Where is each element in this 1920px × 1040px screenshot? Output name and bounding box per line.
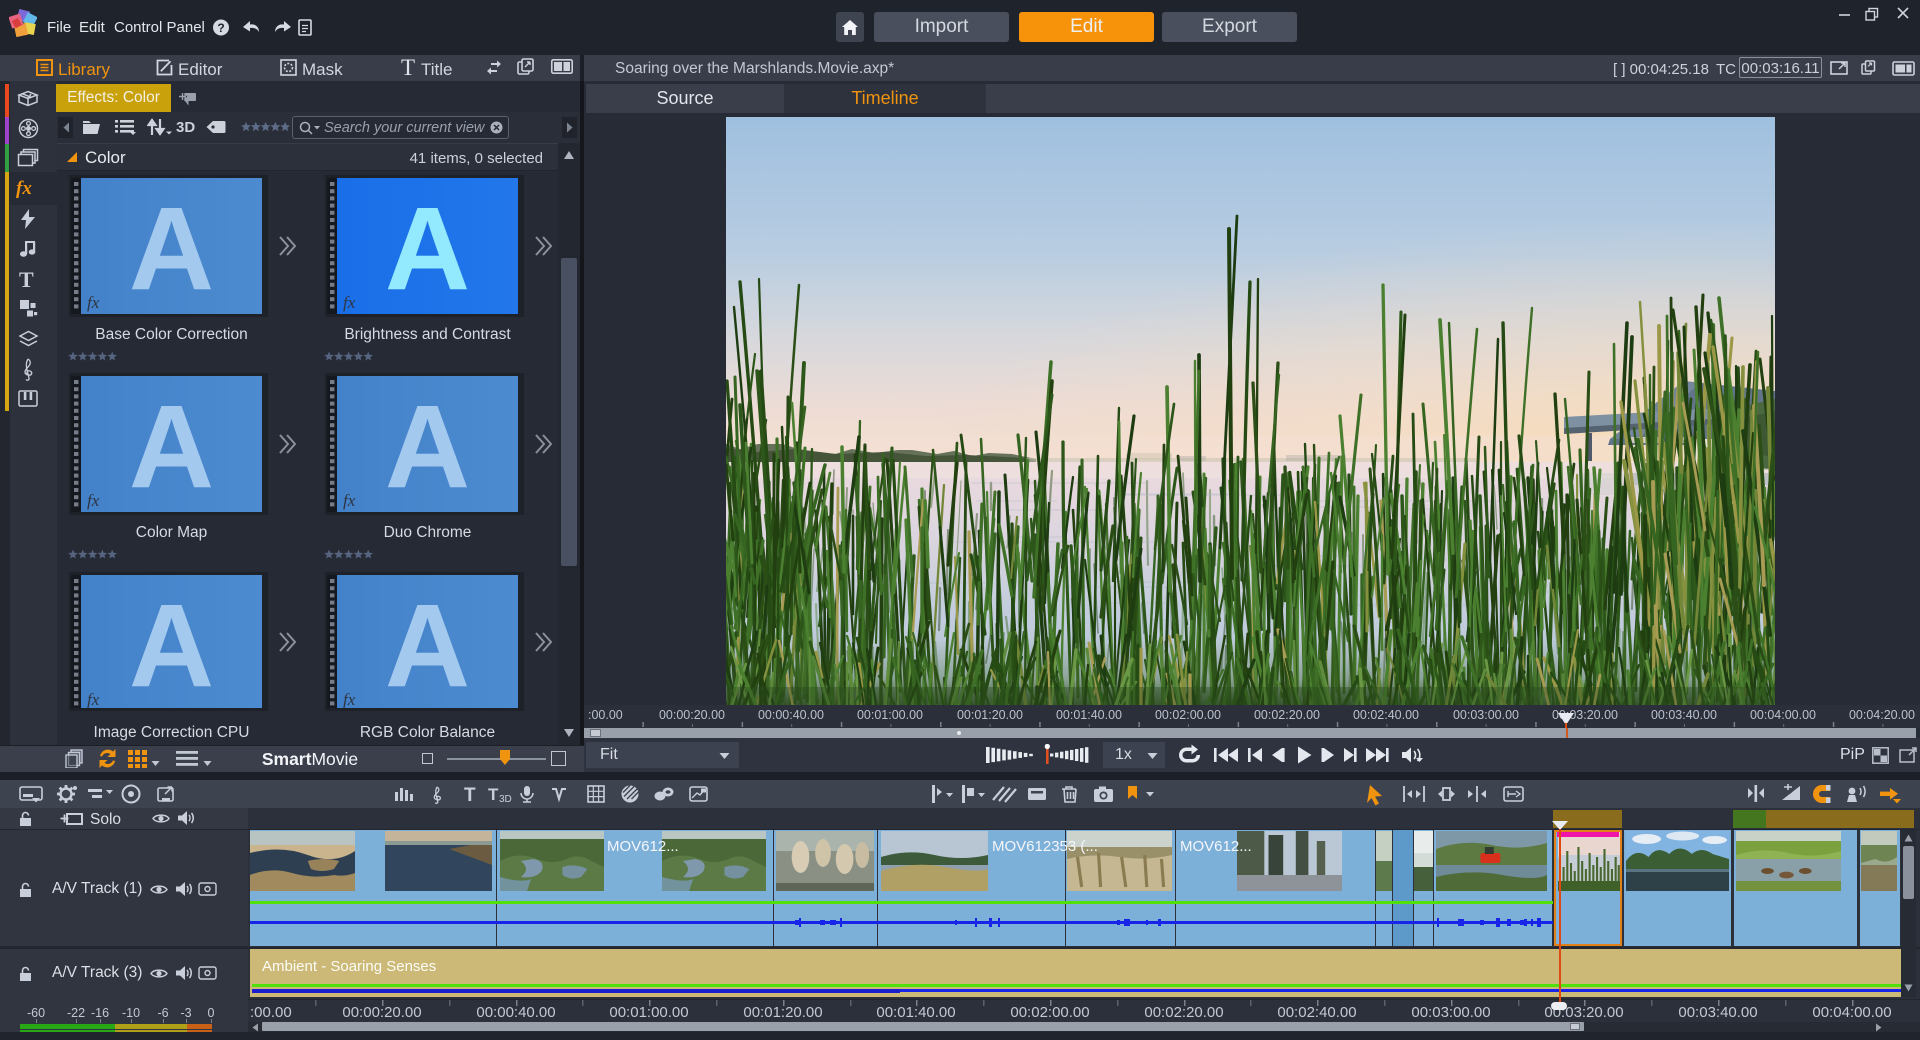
svg-text:-6: -6 <box>157 1006 168 1020</box>
svg-text:fx: fx <box>87 690 100 708</box>
svg-text:fx: fx <box>343 690 356 708</box>
svg-text:0: 0 <box>208 1006 215 1020</box>
svg-text:-3: -3 <box>180 1006 191 1020</box>
svg-text:T: T <box>488 785 499 804</box>
svg-text:A: A <box>385 381 470 512</box>
svg-text:-60: -60 <box>27 1006 45 1020</box>
svg-text:?: ? <box>217 21 224 35</box>
svg-text:A: A <box>129 183 214 314</box>
svg-text:A: A <box>129 580 214 708</box>
svg-text:A: A <box>129 381 214 512</box>
svg-text:-10: -10 <box>122 1006 140 1020</box>
svg-text:3D: 3D <box>499 794 512 805</box>
svg-text:fx: fx <box>87 491 100 510</box>
svg-text:-16: -16 <box>91 1006 109 1020</box>
svg-text:fx: fx <box>87 293 100 312</box>
svg-text:T: T <box>464 785 476 806</box>
svg-text:A: A <box>385 183 470 314</box>
svg-text:-22: -22 <box>67 1006 85 1020</box>
svg-text:fx: fx <box>343 293 356 312</box>
svg-text:A: A <box>385 580 470 708</box>
svg-text:fx: fx <box>343 491 356 510</box>
